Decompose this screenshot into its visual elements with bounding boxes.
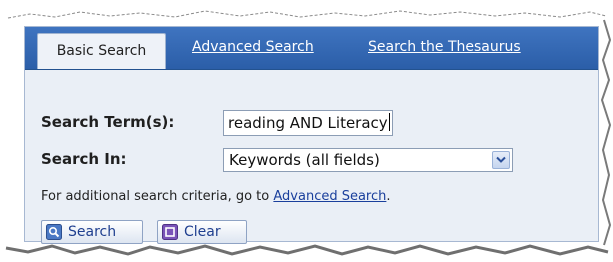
clear-button-label: Clear xyxy=(184,224,221,240)
hint-prefix: For additional search criteria, go to xyxy=(41,189,274,204)
hint-suffix: . xyxy=(386,189,391,204)
search-in-select[interactable]: Keywords (all fields) xyxy=(223,148,513,172)
search-term-label: Search Term(s): xyxy=(41,113,175,131)
search-in-selected-value: Keywords (all fields) xyxy=(229,151,380,169)
search-tab-bar: Basic Search Advanced Search Search the … xyxy=(25,27,598,70)
clear-button[interactable]: Clear xyxy=(157,220,247,244)
search-term-input[interactable]: reading AND Literacy xyxy=(223,110,393,136)
search-button[interactable]: Search xyxy=(41,220,143,244)
advanced-search-link[interactable]: Advanced Search xyxy=(273,189,386,204)
tab-search-thesaurus[interactable]: Search the Thesaurus xyxy=(368,39,521,55)
tab-basic-search[interactable]: Basic Search xyxy=(37,33,166,69)
text-caret xyxy=(388,113,390,131)
search-term-value: reading AND Literacy xyxy=(228,114,388,132)
basic-search-panel: Basic Search Advanced Search Search the … xyxy=(24,26,599,244)
advanced-search-hint: For additional search criteria, go to Ad… xyxy=(41,189,391,204)
search-in-label: Search In: xyxy=(41,150,127,168)
magnifier-icon xyxy=(46,224,62,240)
search-button-label: Search xyxy=(68,224,117,240)
chevron-down-icon[interactable] xyxy=(492,151,510,169)
clear-square-icon xyxy=(162,224,178,240)
tab-advanced-search[interactable]: Advanced Search xyxy=(192,39,314,55)
